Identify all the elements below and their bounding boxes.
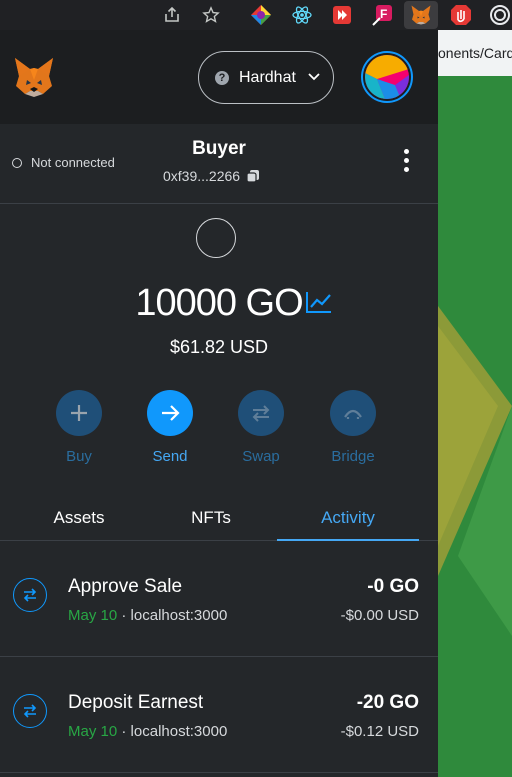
account-name: Buyer xyxy=(192,138,246,159)
wallet-tabs: Assets NFTs Activity xyxy=(0,497,438,541)
bridge-button[interactable]: Bridge xyxy=(313,390,393,465)
send-label: Send xyxy=(152,448,188,465)
activity-date: May 10 xyxy=(68,607,118,624)
activity-title: Approve Sale xyxy=(68,576,183,597)
activity-fiat-amount: -$0.00 USD xyxy=(340,607,419,624)
account-bar: Not connected Buyer 0xf39...2266 xyxy=(0,124,438,204)
svg-text:F: F xyxy=(380,7,387,21)
react-icon[interactable] xyxy=(290,3,314,27)
swap-button[interactable]: Swap xyxy=(221,390,301,465)
star-icon[interactable] xyxy=(199,3,223,27)
network-name: Hardhat xyxy=(239,68,296,86)
activity-item[interactable]: Deposit Earnest May 10 · localhost:3000 … xyxy=(0,657,438,773)
activity-subtitle: May 10 · localhost:3000 xyxy=(68,723,228,740)
transaction-swap-icon xyxy=(13,578,47,612)
url-text: onents/Card xyxy=(438,45,512,61)
activity-amount: -0 GO xyxy=(367,576,419,597)
metamask-fox-icon[interactable] xyxy=(404,1,438,29)
plus-icon xyxy=(56,390,102,436)
arrow-right-icon xyxy=(147,390,193,436)
avatar-jazzicon xyxy=(365,55,409,99)
chevron-down-icon xyxy=(308,73,320,81)
activity-fiat-amount: -$0.12 USD xyxy=(340,723,419,740)
activity-origin: localhost:3000 xyxy=(130,607,228,624)
account-avatar[interactable] xyxy=(361,51,413,103)
activity-date: May 10 xyxy=(68,723,118,740)
share-icon[interactable] xyxy=(160,3,184,27)
address-bar[interactable]: onents/Card xyxy=(438,30,512,76)
tab-nfts[interactable]: NFTs xyxy=(132,497,290,541)
page-background: onents/Card xyxy=(438,30,512,777)
buy-label: Buy xyxy=(66,448,92,465)
network-selector[interactable]: ? Hardhat xyxy=(198,51,334,104)
f-icon[interactable]: F xyxy=(370,3,394,27)
color-wheel-icon[interactable] xyxy=(249,3,273,27)
activity-subtitle: May 10 · localhost:3000 xyxy=(68,607,228,624)
activity-origin: localhost:3000 xyxy=(130,723,228,740)
swap-icon xyxy=(238,390,284,436)
swap-label: Swap xyxy=(242,448,280,465)
chart-icon[interactable] xyxy=(305,290,333,314)
balance-text: 10000 GO xyxy=(135,282,303,324)
tab-activity[interactable]: Activity xyxy=(277,497,419,541)
metamask-logo-icon[interactable] xyxy=(12,56,56,98)
send-button[interactable]: Send xyxy=(130,390,210,465)
fiat-balance: $61.82 USD xyxy=(169,337,269,357)
copy-icon[interactable] xyxy=(246,169,260,183)
network-question-icon: ? xyxy=(215,70,229,85)
account-address-text: 0xf39...2266 xyxy=(163,168,241,184)
activity-item[interactable]: Approve Sale May 10 · localhost:3000 -0 … xyxy=(0,541,438,657)
wallet-actions: Buy Send Swap Bridge xyxy=(0,390,438,470)
stop-hand-icon[interactable] xyxy=(449,3,473,27)
browser-toolbar: F xyxy=(0,0,512,30)
wallet-header: ? Hardhat xyxy=(0,30,438,124)
account-options-icon[interactable] xyxy=(402,149,410,175)
wallet-popup: ? Hardhat Not connected Buyer 0xf39...22… xyxy=(0,30,438,777)
activity-amount: -20 GO xyxy=(356,692,419,713)
activity-title: Deposit Earnest xyxy=(68,692,204,713)
transaction-swap-icon xyxy=(13,694,47,728)
buy-button[interactable]: Buy xyxy=(39,390,119,465)
record-icon[interactable] xyxy=(488,3,512,27)
page-graphic xyxy=(438,76,512,777)
redux-icon[interactable] xyxy=(330,3,354,27)
token-balance: 10000 GO xyxy=(0,282,438,325)
account-address[interactable]: 0xf39...2266 xyxy=(163,168,260,184)
token-icon xyxy=(196,218,236,258)
bridge-icon xyxy=(330,390,376,436)
bridge-label: Bridge xyxy=(331,448,375,465)
